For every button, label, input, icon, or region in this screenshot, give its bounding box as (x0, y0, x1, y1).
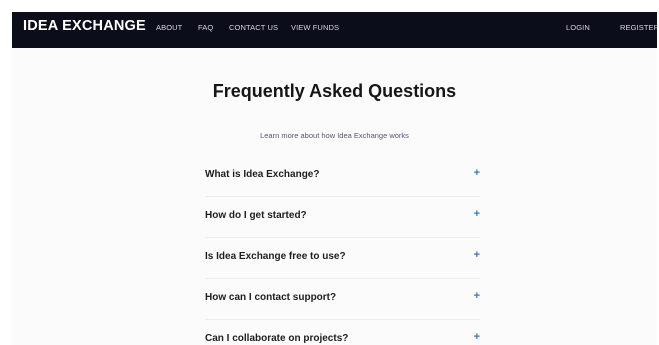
plus-icon[interactable]: + (474, 249, 480, 261)
faq-question: Can I collaborate on projects? (205, 333, 349, 344)
plus-icon[interactable]: + (474, 167, 480, 179)
plus-icon[interactable]: + (474, 208, 480, 220)
nav-link-register[interactable]: REGISTER (620, 23, 657, 32)
faq-list: What is Idea Exchange? + How do I get st… (205, 156, 480, 345)
nav-link-view-funds[interactable]: VIEW FUNDS (291, 23, 339, 32)
nav-link-faq[interactable]: FAQ (198, 23, 213, 32)
app-frame: IDEA EXCHANGE ABOUT FAQ CONTACT US VIEW … (12, 12, 657, 345)
faq-question: What is Idea Exchange? (205, 169, 320, 180)
brand-logo[interactable]: IDEA EXCHANGE (23, 18, 146, 34)
faq-item[interactable]: How can I contact support? + (205, 279, 480, 320)
plus-icon[interactable]: + (474, 331, 480, 343)
top-navbar: IDEA EXCHANGE ABOUT FAQ CONTACT US VIEW … (12, 12, 657, 48)
page-title: Frequently Asked Questions (212, 81, 457, 101)
faq-question: How can I contact support? (205, 292, 337, 303)
page-subtitle: Learn more about how Idea Exchange works (260, 131, 409, 140)
faq-item[interactable]: Is Idea Exchange free to use? + (205, 238, 480, 279)
nav-link-login[interactable]: LOGIN (566, 23, 590, 32)
faq-item[interactable]: What is Idea Exchange? + (205, 156, 480, 197)
faq-item[interactable]: How do I get started? + (205, 197, 480, 238)
nav-link-contact[interactable]: CONTACT US (229, 23, 278, 32)
faq-question: How do I get started? (205, 210, 307, 221)
main-content: Frequently Asked Questions Learn more ab… (12, 48, 657, 345)
faq-question: Is Idea Exchange free to use? (205, 251, 346, 262)
faq-item[interactable]: Can I collaborate on projects? + (205, 320, 480, 345)
plus-icon[interactable]: + (474, 290, 480, 302)
nav-link-about[interactable]: ABOUT (156, 23, 182, 32)
